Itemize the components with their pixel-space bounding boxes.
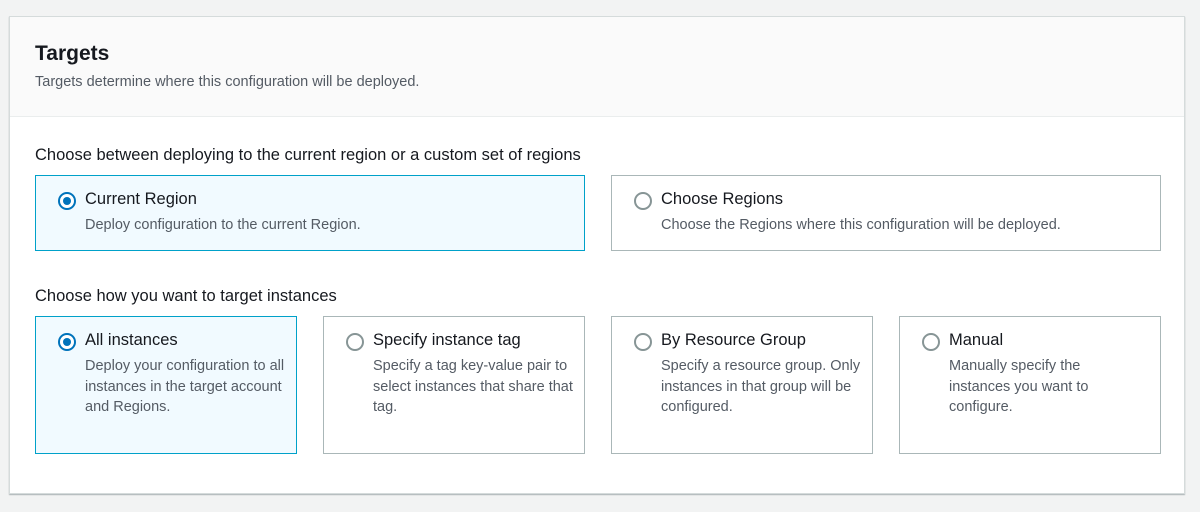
radio-by-resource-group[interactable] (634, 333, 652, 351)
tile-title-by-resource-group: By Resource Group (661, 331, 806, 349)
region-section-label: Choose between deploying to the current … (35, 146, 581, 164)
radio-choose-regions[interactable] (634, 192, 652, 210)
tile-all-instances[interactable]: All instances Deploy your configuration … (35, 316, 297, 454)
tile-choose-regions[interactable]: Choose Regions Choose the Regions where … (611, 175, 1161, 251)
instance-section-label: Choose how you want to target instances (35, 287, 337, 305)
tile-desc-current-region: Deploy configuration to the current Regi… (85, 217, 361, 233)
tile-desc-by-resource-group: Specify a resource group. Only instances… (661, 358, 861, 415)
tile-desc-all-instances: Deploy your configuration to all instanc… (85, 358, 285, 415)
panel-header: Targets Targets determine where this con… (10, 17, 1184, 117)
tile-manual[interactable]: Manual Manually specify the instances yo… (899, 316, 1161, 454)
radio-current-region[interactable] (58, 192, 76, 210)
tile-title-specify-instance-tag: Specify instance tag (373, 331, 521, 349)
tile-title-all-instances: All instances (85, 331, 178, 349)
tile-title-choose-regions: Choose Regions (661, 190, 783, 208)
tile-desc-choose-regions: Choose the Regions where this configurat… (661, 217, 1061, 233)
tile-by-resource-group[interactable]: By Resource Group Specify a resource gro… (611, 316, 873, 454)
tile-desc-specify-instance-tag: Specify a tag key-value pair to select i… (373, 358, 573, 415)
tile-title-manual: Manual (949, 331, 1004, 349)
radio-manual[interactable] (922, 333, 940, 351)
tile-desc-manual: Manually specify the instances you want … (949, 358, 1089, 415)
radio-all-instances[interactable] (58, 333, 76, 351)
radio-specify-instance-tag[interactable] (346, 333, 364, 351)
tile-specify-instance-tag[interactable]: Specify instance tag Specify a tag key-v… (323, 316, 585, 454)
panel-description: Targets determine where this configurati… (35, 74, 420, 90)
targets-panel: Targets Targets determine where this con… (9, 16, 1185, 494)
panel-title: Targets (35, 42, 110, 65)
tile-title-current-region: Current Region (85, 190, 197, 208)
tile-current-region[interactable]: Current Region Deploy configuration to t… (35, 175, 585, 251)
